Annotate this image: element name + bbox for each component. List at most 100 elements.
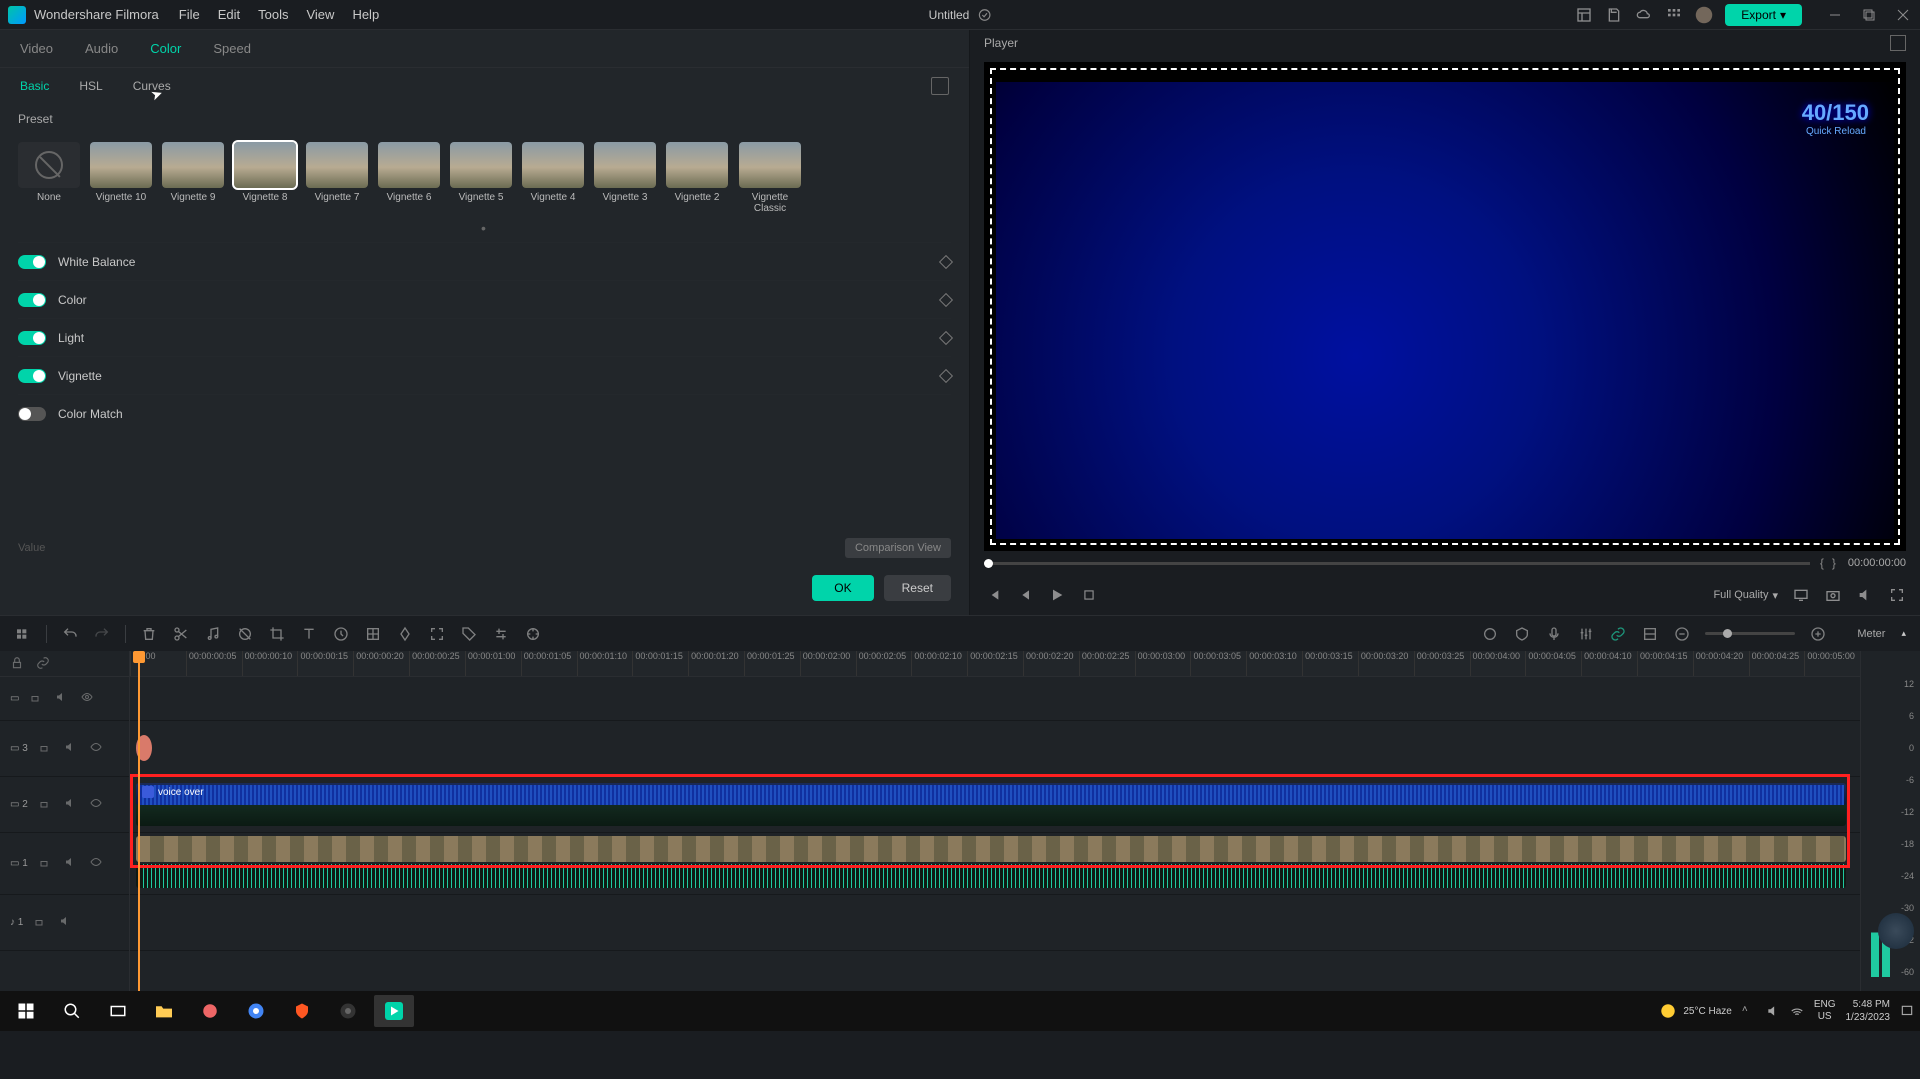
preset-item[interactable]: Vignette 9 (162, 142, 224, 203)
track-lock-icon[interactable] (38, 856, 54, 872)
lock-all-icon[interactable] (10, 656, 26, 672)
lang-indicator[interactable]: ENGUS (1814, 999, 1836, 1023)
preset-item[interactable]: Vignette 6 (378, 142, 440, 203)
preset-item[interactable]: Vignette 10 (90, 142, 152, 203)
link-icon[interactable] (1609, 625, 1627, 643)
track-mute-icon[interactable] (64, 856, 80, 872)
music-icon[interactable] (204, 625, 222, 643)
undo-icon[interactable] (61, 625, 79, 643)
quality-select[interactable]: Full Quality▾ (1713, 589, 1778, 602)
mark-out-icon[interactable]: } (1832, 556, 1836, 570)
tab-audio[interactable]: Audio (85, 41, 118, 56)
menu-edit[interactable]: Edit (218, 7, 240, 22)
tray-chevron-icon[interactable]: ˄ (1742, 1004, 1756, 1018)
zoom-out-icon[interactable] (1673, 625, 1691, 643)
link-toggle-icon[interactable] (36, 656, 52, 672)
clock[interactable]: 5:48 PM 1/23/2023 (1846, 998, 1891, 1024)
adjustment-toggle[interactable] (18, 407, 46, 421)
time-ruler[interactable]: 00:0000:00:00:0500:00:00:1000:00:00:1500… (130, 651, 1860, 677)
preset-item[interactable]: Vignette 2 (666, 142, 728, 203)
preset-item[interactable]: None (18, 142, 80, 203)
filmora-taskbar-icon[interactable] (374, 995, 414, 1027)
track-lane-overlay[interactable] (130, 677, 1860, 721)
adjustment-toggle[interactable] (18, 331, 46, 345)
crop-icon[interactable] (268, 625, 286, 643)
tab-color[interactable]: Color (150, 41, 181, 56)
keyframe-icon[interactable] (396, 625, 414, 643)
assistant-badge-icon[interactable] (1878, 913, 1914, 949)
export-button[interactable]: Export ▾ (1725, 4, 1802, 26)
save-preset-icon[interactable] (931, 77, 949, 95)
safe-zone-icon[interactable] (1513, 625, 1531, 643)
menu-help[interactable]: Help (352, 7, 379, 22)
subtab-curves[interactable]: Curves (133, 79, 171, 93)
layout-icon[interactable] (1575, 6, 1593, 24)
speed-icon[interactable] (332, 625, 350, 643)
mark-in-icon[interactable]: { (1820, 556, 1824, 570)
close-icon[interactable] (1894, 6, 1912, 24)
keyframe-icon[interactable] (939, 330, 953, 344)
track-lane-marker[interactable] (130, 721, 1860, 777)
player-viewport[interactable]: 40/150 Quick Reload (984, 62, 1906, 551)
menu-file[interactable]: File (179, 7, 200, 22)
save-icon[interactable] (1605, 6, 1623, 24)
zoom-slider[interactable] (1705, 632, 1795, 635)
marker-tool-icon[interactable] (1481, 625, 1499, 643)
preset-item[interactable]: Vignette 5 (450, 142, 512, 203)
track-head-video[interactable]: ▭ 1 (0, 833, 129, 895)
play-icon[interactable] (1048, 586, 1066, 604)
mask-icon[interactable] (236, 625, 254, 643)
weather-widget[interactable]: 25°C Haze (1659, 1002, 1731, 1020)
adjustment-toggle[interactable] (18, 255, 46, 269)
expand-icon[interactable] (428, 625, 446, 643)
volume-icon[interactable] (1856, 586, 1874, 604)
track-head-audio[interactable]: ♪ 1 (0, 895, 129, 951)
track-lane-voiceover[interactable]: voice over (130, 777, 1860, 833)
comparison-view-button[interactable]: Comparison View (845, 538, 951, 558)
cloud-icon[interactable] (1635, 6, 1653, 24)
obs-icon[interactable] (328, 995, 368, 1027)
track-visible-icon[interactable] (90, 797, 106, 813)
track-lane-audio[interactable] (130, 895, 1860, 951)
track-head-voiceover[interactable]: ▭ 2 (0, 777, 129, 833)
track-visible-icon[interactable] (90, 741, 106, 757)
tray-network-icon[interactable] (1790, 1004, 1804, 1018)
cloud-sync-icon[interactable] (977, 8, 991, 22)
color-icon[interactable] (364, 625, 382, 643)
menu-tools[interactable]: Tools (258, 7, 288, 22)
adjustment-toggle[interactable] (18, 369, 46, 383)
track-mute-icon[interactable] (64, 741, 80, 757)
voiceover-clip[interactable]: voice over (136, 783, 1846, 826)
explorer-icon[interactable] (144, 995, 184, 1027)
adjust-icon[interactable] (492, 625, 510, 643)
track-visible-icon[interactable] (90, 856, 106, 872)
video-clip[interactable] (136, 836, 1846, 862)
track-mute-icon[interactable] (64, 797, 80, 813)
search-icon[interactable] (52, 995, 92, 1027)
mixer-icon[interactable] (1577, 625, 1595, 643)
ok-button[interactable]: OK (812, 575, 873, 601)
menu-view[interactable]: View (306, 7, 334, 22)
playhead[interactable] (138, 651, 140, 991)
track-lane-video[interactable] (130, 833, 1860, 895)
track-lock-icon[interactable] (38, 797, 54, 813)
preset-item[interactable]: Vignette 3 (594, 142, 656, 203)
scrub-track[interactable] (984, 562, 1810, 565)
tab-speed[interactable]: Speed (213, 41, 251, 56)
preset-item[interactable]: Vignette Classic (738, 142, 802, 214)
preset-item[interactable]: Vignette 4 (522, 142, 584, 203)
track-visible-icon[interactable] (81, 691, 97, 707)
stop-icon[interactable] (1080, 586, 1098, 604)
subtab-hsl[interactable]: HSL (79, 79, 102, 93)
tag-icon[interactable] (460, 625, 478, 643)
fullscreen-icon[interactable] (1888, 586, 1906, 604)
brave-icon[interactable] (282, 995, 322, 1027)
snapshot-icon[interactable] (1824, 586, 1842, 604)
split-icon[interactable] (172, 625, 190, 643)
track-lock-icon[interactable] (38, 741, 54, 757)
track-lock-icon[interactable] (33, 915, 49, 931)
player-settings-icon[interactable] (1890, 35, 1906, 51)
adjustment-toggle[interactable] (18, 293, 46, 307)
taskview-icon[interactable] (98, 995, 138, 1027)
start-icon[interactable] (6, 995, 46, 1027)
